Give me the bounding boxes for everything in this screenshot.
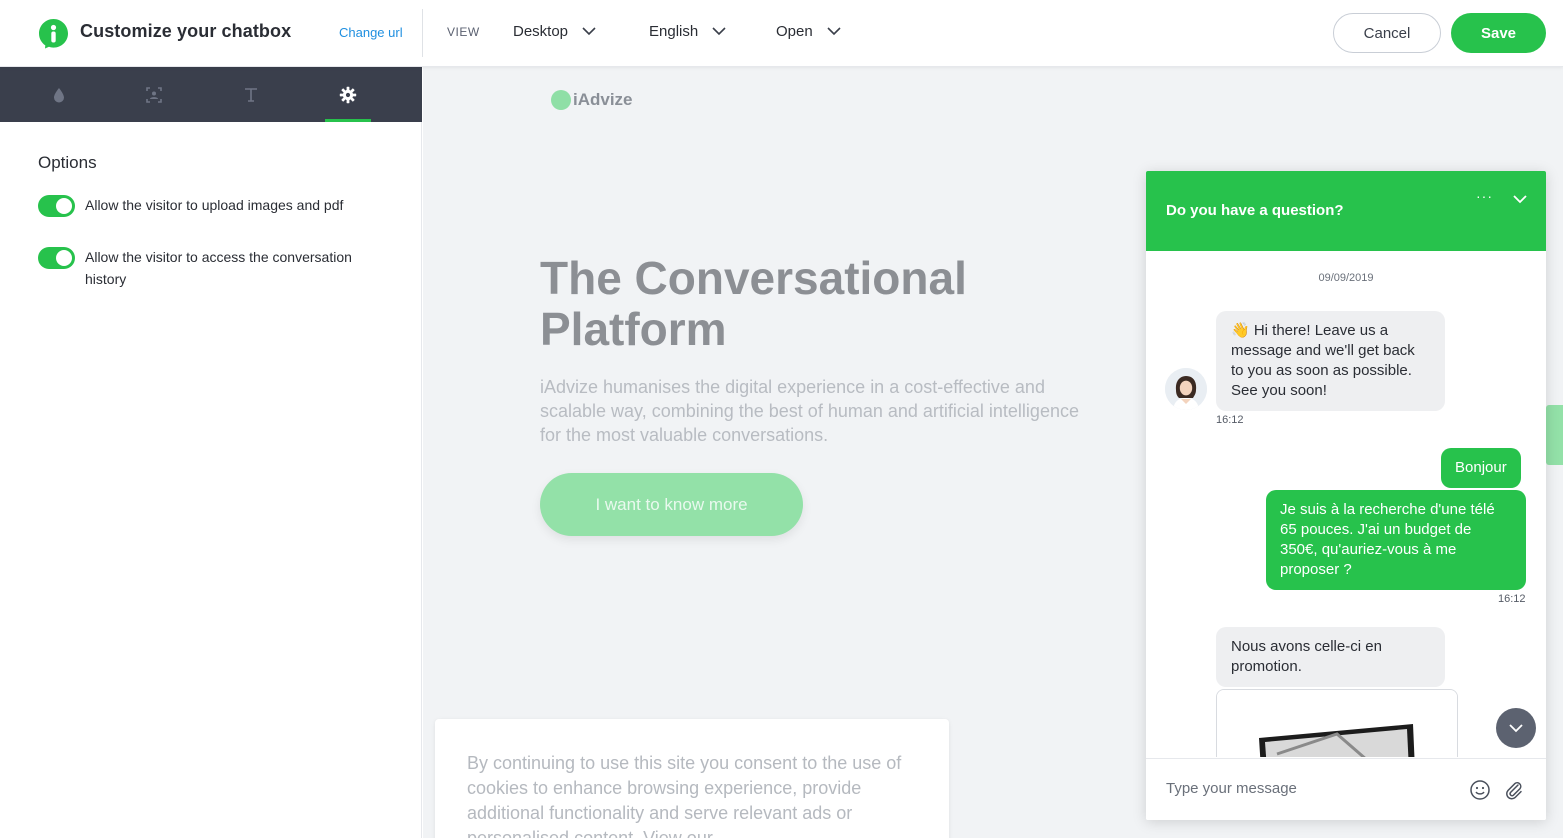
text-icon: [245, 87, 257, 102]
chevron-down-icon: [827, 27, 841, 36]
droplet-icon: [54, 87, 64, 102]
device-dropdown-value: Desktop: [513, 23, 569, 40]
more-options-icon[interactable]: ···: [1476, 188, 1493, 204]
toggle-upload-images[interactable]: [38, 195, 75, 217]
visitor-message: Je suis à la recherche d'une télé 65 pou…: [1266, 490, 1526, 590]
top-bar: Customize your chatbox Change url VIEW D…: [0, 0, 1563, 67]
hero-text: iAdvize humanises the digital experience…: [540, 377, 1079, 445]
view-label: VIEW: [447, 25, 480, 39]
tab-settings[interactable]: [325, 67, 371, 122]
page-title: Customize your chatbox: [80, 21, 292, 41]
agent-avatar: [1165, 368, 1207, 410]
tab-color[interactable]: [36, 67, 82, 122]
attachment-icon[interactable]: [1503, 779, 1525, 801]
product-card[interactable]: [1216, 689, 1458, 757]
chevron-down-icon[interactable]: [1512, 193, 1528, 205]
header-divider: [422, 9, 423, 57]
message-time: 16:12: [1498, 593, 1526, 605]
chat-header: Do you have a question? ···: [1146, 171, 1546, 251]
chat-messages[interactable]: 09/09/2019 👋 Hi there! Leave us a messag…: [1146, 251, 1546, 757]
scroll-down-button[interactable]: [1496, 708, 1536, 748]
side-tab: [1546, 405, 1563, 465]
site-logo-icon: [551, 90, 571, 110]
tab-text[interactable]: [228, 67, 274, 122]
tab-image[interactable]: [131, 67, 177, 122]
chevron-down-icon: [712, 27, 726, 36]
settings-tabbar: [0, 67, 422, 122]
cookie-banner: By continuing to use this site you conse…: [435, 719, 949, 838]
hero-title: The Conversational Platform: [540, 252, 967, 355]
agent-message: Nous avons celle-ci en promotion.: [1216, 627, 1445, 687]
product-image: [1217, 690, 1457, 757]
chevron-down-icon: [582, 27, 596, 36]
visitor-message: Bonjour: [1441, 448, 1521, 488]
agent-message: 👋 Hi there! Leave us a message and we'll…: [1216, 311, 1445, 411]
state-dropdown[interactable]: Open: [776, 23, 841, 40]
agent-avatar-image: [1165, 368, 1207, 410]
chevron-down-icon: [1509, 724, 1523, 733]
hero-cta-button[interactable]: I want to know more: [540, 473, 803, 536]
toggle-conversation-history[interactable]: [38, 247, 75, 269]
chat-title: Do you have a question?: [1166, 202, 1344, 219]
cancel-button[interactable]: Cancel: [1333, 13, 1441, 53]
site-logo: iAdvize: [551, 90, 633, 110]
iadvize-logo-icon: [39, 19, 68, 49]
message-input[interactable]: [1166, 780, 1456, 797]
cookie-text: By continuing to use this site you conse…: [467, 753, 902, 838]
language-dropdown[interactable]: English: [649, 23, 726, 40]
emoji-icon[interactable]: [1469, 779, 1491, 801]
change-url-link[interactable]: Change url: [339, 25, 403, 40]
state-dropdown-value: Open: [776, 23, 813, 40]
options-title: Options: [38, 153, 97, 172]
site-logo-text: iAdvize: [573, 90, 633, 109]
settings-panel: Options Allow the visitor to upload imag…: [0, 67, 422, 838]
gear-icon: [339, 86, 357, 103]
chatbox: Do you have a question? ··· 09/09/2019 👋…: [1146, 171, 1546, 820]
option-label-history: Allow the visitor to access the conversa…: [85, 249, 352, 287]
save-button[interactable]: Save: [1451, 13, 1546, 53]
message-time: 16:12: [1216, 414, 1244, 426]
option-label-upload: Allow the visitor to upload images and p…: [85, 197, 344, 213]
image-frame-icon: [146, 86, 162, 103]
language-dropdown-value: English: [649, 23, 699, 40]
chat-date: 09/09/2019: [1318, 272, 1374, 284]
chat-input-bar: [1146, 758, 1546, 820]
device-dropdown[interactable]: Desktop: [513, 23, 596, 40]
